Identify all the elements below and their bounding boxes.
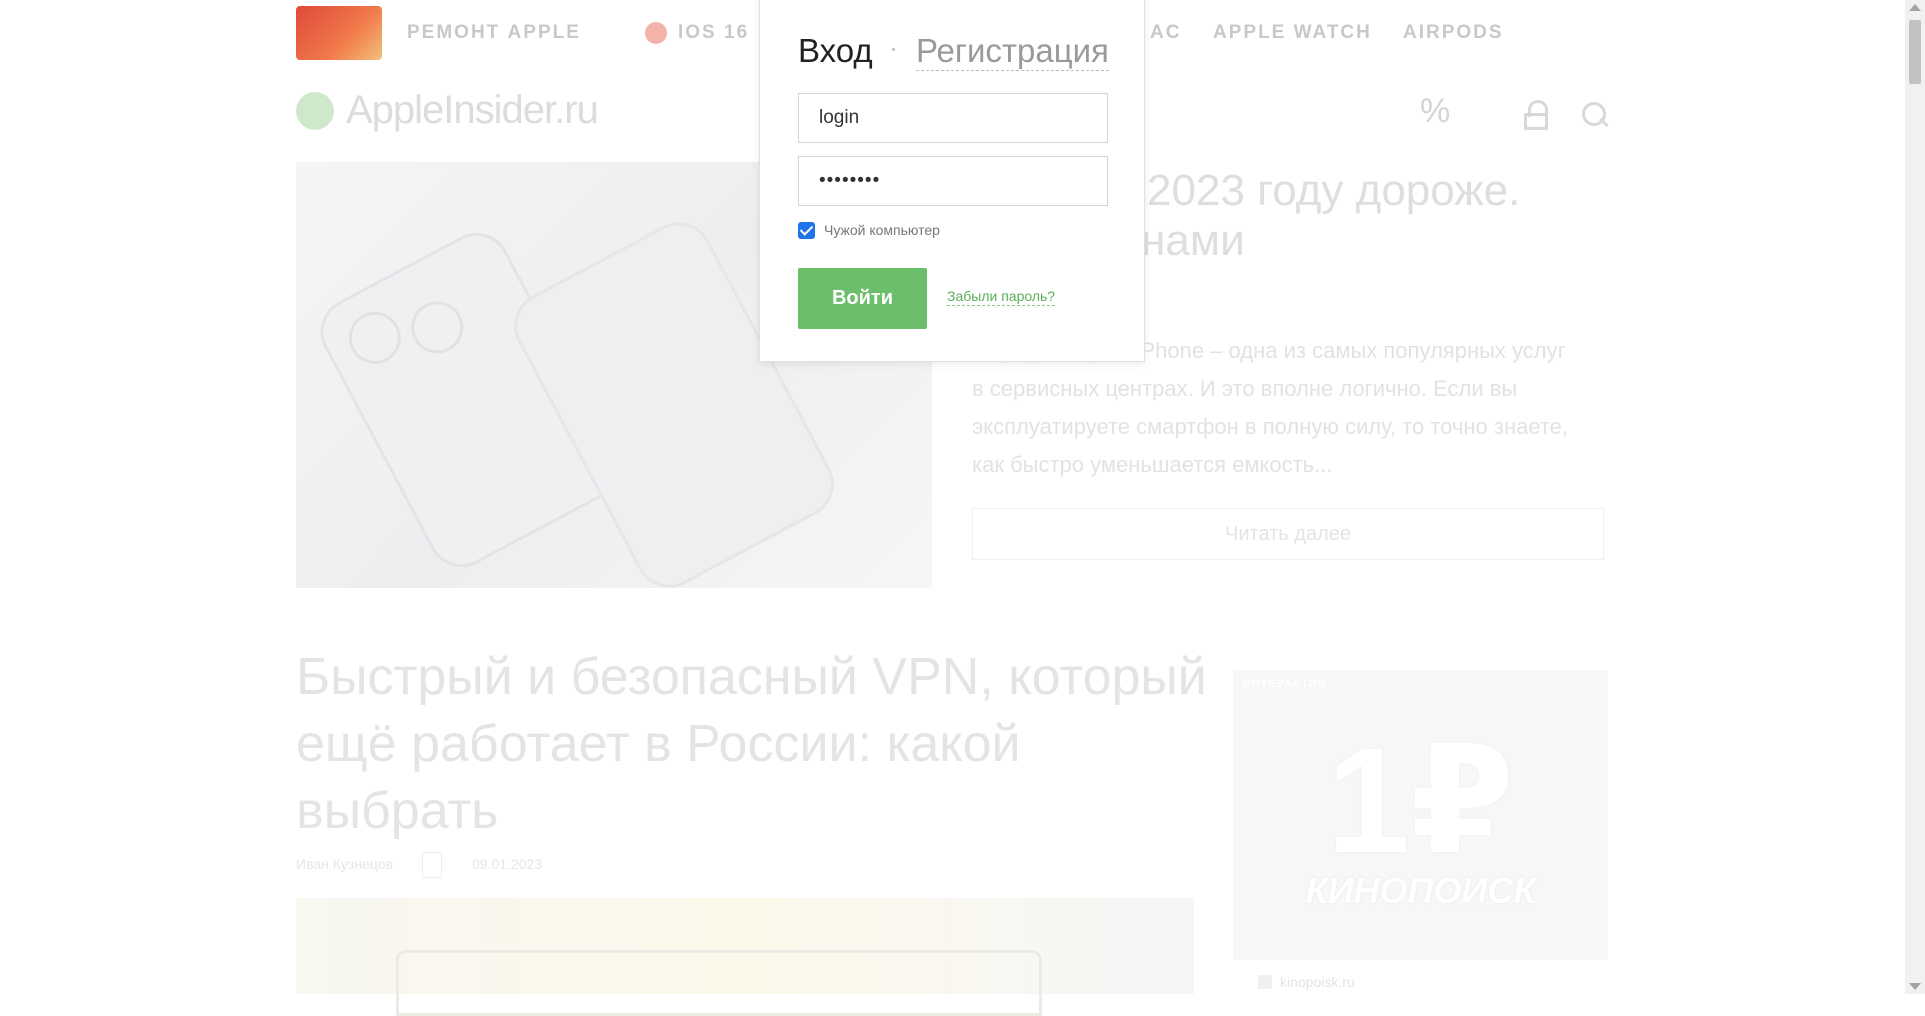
- search-icon[interactable]: [1582, 102, 1609, 128]
- ad-price: 1₽: [1326, 716, 1515, 884]
- ios-icon: [645, 22, 667, 44]
- forgot-password-link[interactable]: Забыли пароль?: [947, 288, 1056, 306]
- login-modal: Вход Регистрация Чужой компьютер Войти З…: [759, 0, 1145, 362]
- nav-item-ios16[interactable]: IOS 16: [678, 22, 749, 44]
- lock-icon[interactable]: [1524, 100, 1548, 130]
- nav-item-apple-watch[interactable]: APPLE WATCH: [1213, 22, 1372, 44]
- percent-icon[interactable]: %: [1420, 92, 1450, 131]
- foreign-computer-checkbox[interactable]: [798, 222, 815, 239]
- nav-item-apple-repair[interactable]: РЕМОНТ APPLE: [407, 22, 581, 44]
- login-input[interactable]: [798, 93, 1108, 143]
- tab-register[interactable]: Регистрация: [916, 32, 1109, 71]
- read-more-button[interactable]: Читать далее: [972, 508, 1604, 560]
- ad-caption-text: kinopoisk.ru: [1280, 974, 1355, 990]
- password-input[interactable]: [798, 156, 1108, 206]
- article-date: 09.01.2023: [472, 856, 543, 872]
- ad-label: ИНТЕРАКТИВ: [1243, 678, 1327, 690]
- tab-login[interactable]: Вход: [798, 32, 873, 70]
- site-logo[interactable]: AppleInsider.ru: [346, 88, 599, 133]
- login-button[interactable]: Войти: [798, 268, 927, 329]
- nav-item-airpods[interactable]: AIRPODS: [1403, 22, 1504, 44]
- more-icon[interactable]: ⋮: [1574, 676, 1594, 701]
- scroll-thumb[interactable]: [1909, 20, 1921, 84]
- article-author[interactable]: Иван Кузнецов: [296, 856, 393, 872]
- logo-icon[interactable]: [296, 92, 334, 130]
- scroll-down-arrow-icon[interactable]: [1909, 983, 1921, 990]
- scrollbar[interactable]: [1905, 0, 1925, 994]
- ad-banner[interactable]: ИНТЕРАКТИВ ⋮ 1₽ КИНОПОИСК: [1233, 670, 1608, 960]
- foreign-computer-label[interactable]: Чужой компьютер: [824, 222, 940, 238]
- article-meta: Иван Кузнецов 09.01.2023: [296, 852, 542, 878]
- article-title[interactable]: Быстрый и безопасный VPN, который ещё ра…: [296, 644, 1226, 845]
- article-image[interactable]: [296, 898, 1194, 1016]
- scroll-up-arrow-icon[interactable]: [1909, 4, 1921, 11]
- comment-icon[interactable]: [422, 852, 442, 878]
- nav-item-mac[interactable]: AC: [1150, 22, 1181, 44]
- tab-separator: [892, 48, 895, 51]
- favicon-icon: [1258, 975, 1272, 989]
- ad-brand: КИНОПОИСК: [1305, 870, 1536, 911]
- ad-caption[interactable]: kinopoisk.ru: [1258, 974, 1355, 990]
- promo-banner[interactable]: [296, 6, 382, 60]
